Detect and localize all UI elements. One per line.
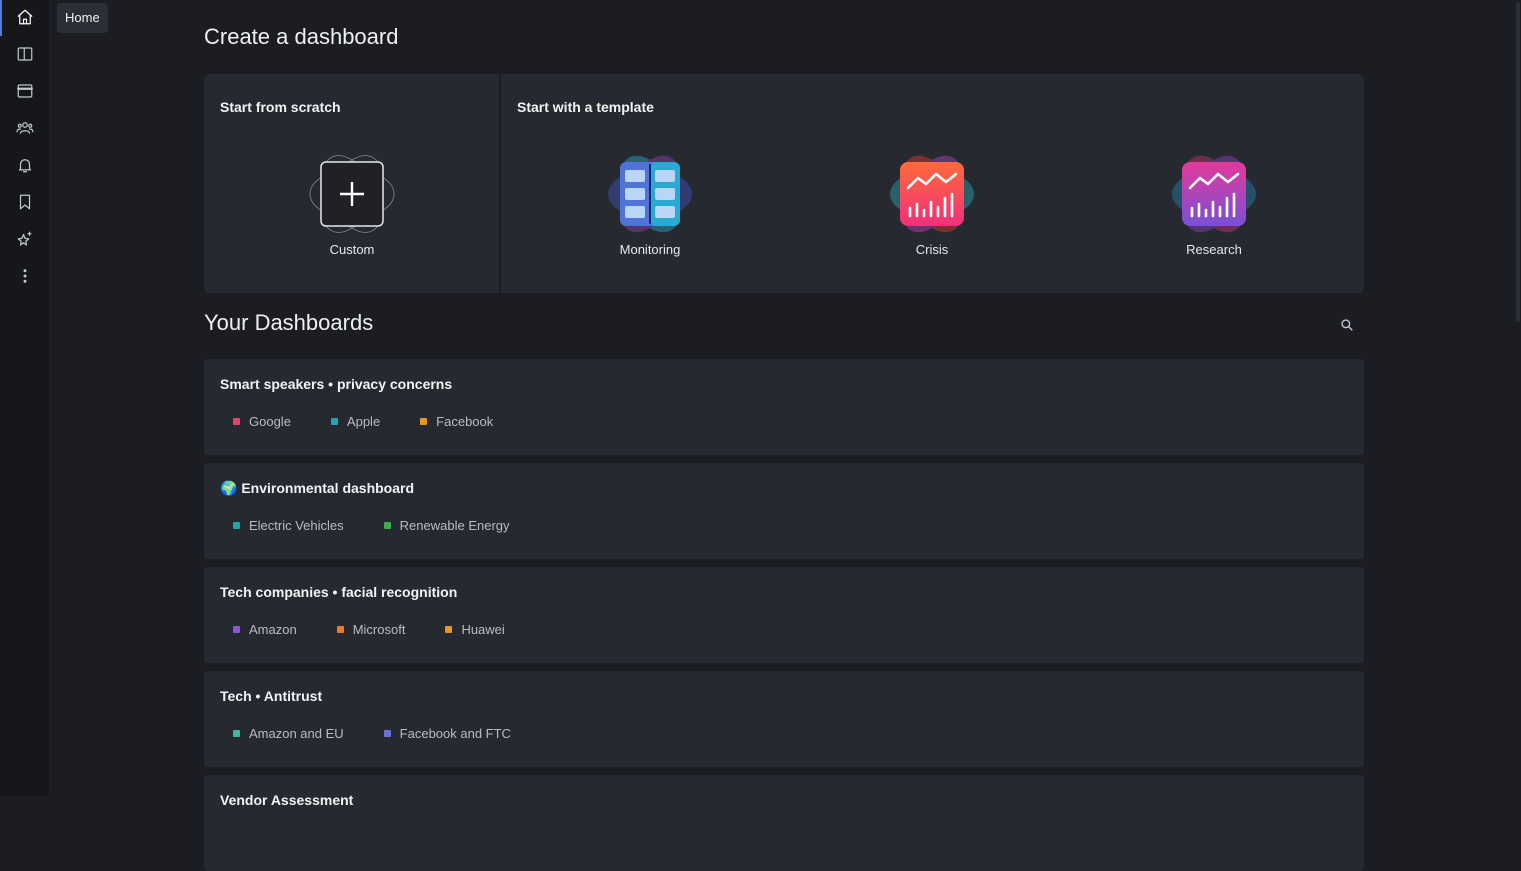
dashboard-card[interactable]: Vendor Assessment bbox=[204, 775, 1364, 871]
dashboard-tags: Amazon Microsoft Huawei bbox=[233, 622, 545, 637]
dashboard-title: Tech companies • facial recognition bbox=[220, 584, 458, 600]
topic-tag-label: Amazon and EU bbox=[249, 726, 344, 741]
topic-tag-label: Amazon bbox=[249, 622, 297, 637]
topic-tag-label: Electric Vehicles bbox=[249, 518, 344, 533]
dashboard-card[interactable]: Tech companies • facial recognition Amaz… bbox=[204, 567, 1364, 663]
topic-tag: Facebook and FTC bbox=[383, 726, 511, 741]
research-template-tile[interactable]: Research bbox=[1164, 150, 1264, 260]
topic-tag-label: Google bbox=[249, 414, 291, 429]
monitoring-grid-icon bbox=[608, 155, 692, 233]
scrollbar[interactable] bbox=[1515, 0, 1521, 796]
team-icon[interactable] bbox=[12, 115, 38, 141]
dashboard-card[interactable]: 🌍 Environmental dashboard Electric Vehic… bbox=[204, 463, 1364, 559]
topic-tag: Microsoft bbox=[336, 622, 406, 637]
dashboard-title: Vendor Assessment bbox=[220, 792, 354, 808]
dashboard-tags: Google Apple Facebook bbox=[233, 414, 533, 429]
dashboard-tags: Electric Vehicles Renewable Energy bbox=[233, 518, 550, 533]
topic-tag: Amazon bbox=[233, 622, 297, 637]
search-icon[interactable] bbox=[1340, 318, 1358, 336]
tag-color-swatch bbox=[336, 626, 344, 633]
topic-tag: Electric Vehicles bbox=[233, 518, 344, 533]
monitoring-template-tile[interactable]: Monitoring bbox=[600, 150, 700, 260]
topic-tag-label: Facebook and FTC bbox=[399, 726, 511, 741]
topic-tag-label: Renewable Energy bbox=[399, 518, 510, 533]
crisis-chart-icon bbox=[890, 155, 974, 233]
tag-color-swatch bbox=[445, 626, 453, 633]
tag-color-swatch bbox=[233, 626, 240, 633]
topic-tag: Renewable Energy bbox=[383, 518, 510, 533]
tag-color-swatch bbox=[420, 418, 428, 425]
topic-tag-label: Facebook bbox=[436, 414, 494, 429]
dashboard-title: Smart speakers • privacy concerns bbox=[220, 376, 453, 392]
tag-color-swatch bbox=[330, 418, 338, 425]
topic-tag-label: Apple bbox=[346, 414, 381, 429]
bell-icon[interactable] bbox=[12, 152, 38, 178]
tag-color-swatch bbox=[233, 730, 240, 737]
columns-icon[interactable] bbox=[12, 41, 38, 67]
topic-tag: Apple bbox=[330, 414, 381, 429]
home-tooltip: Home bbox=[57, 3, 108, 33]
tag-color-swatch bbox=[233, 418, 240, 425]
create-dashboard-panel: Start from scratch Start with a template… bbox=[204, 74, 1364, 293]
scrollbar-thumb[interactable] bbox=[1516, 2, 1520, 322]
create-dashboard-title: Create a dashboard bbox=[204, 24, 399, 49]
dashboard-tags: Amazon and EU Facebook and FTC bbox=[233, 726, 551, 741]
topic-tag: Facebook bbox=[420, 414, 493, 429]
custom-template-tile[interactable]: Custom bbox=[302, 150, 402, 260]
research-chart-icon bbox=[1172, 155, 1256, 233]
tag-color-swatch bbox=[383, 522, 391, 529]
topic-tag: Amazon and EU bbox=[233, 726, 344, 741]
dashboard-title: Tech • Antitrust bbox=[220, 688, 323, 704]
template-heading: Start with a template bbox=[517, 99, 654, 115]
topic-tag: Google bbox=[233, 414, 291, 429]
sidebar-nav bbox=[0, 0, 50, 796]
custom-plus-icon bbox=[309, 155, 395, 233]
home-icon[interactable] bbox=[12, 4, 38, 30]
crisis-label: Crisis bbox=[915, 242, 949, 257]
window-icon[interactable] bbox=[12, 78, 38, 104]
sparkle-star-icon[interactable] bbox=[12, 226, 38, 252]
your-dashboards-title: Your Dashboards bbox=[204, 310, 374, 335]
scratch-heading: Start from scratch bbox=[220, 99, 341, 115]
more-vertical-icon[interactable] bbox=[12, 263, 38, 289]
tag-color-swatch bbox=[383, 730, 391, 737]
topic-tag-label: Huawei bbox=[461, 622, 505, 637]
active-indicator bbox=[0, 0, 2, 36]
dashboard-card[interactable]: Tech • Antitrust Amazon and EU Facebook … bbox=[204, 671, 1364, 767]
monitoring-label: Monitoring bbox=[619, 242, 681, 257]
dashboard-title: 🌍 Environmental dashboard bbox=[220, 480, 415, 496]
topic-tag: Huawei bbox=[445, 622, 505, 637]
custom-label: Custom bbox=[329, 242, 375, 257]
topic-tag-label: Microsoft bbox=[352, 622, 406, 637]
bookmark-icon[interactable] bbox=[12, 189, 38, 215]
crisis-template-tile[interactable]: Crisis bbox=[882, 150, 982, 260]
research-label: Research bbox=[1186, 242, 1242, 257]
tag-color-swatch bbox=[233, 522, 240, 529]
dashboard-card[interactable]: Smart speakers • privacy concerns Google… bbox=[204, 359, 1364, 455]
panel-divider bbox=[499, 74, 501, 293]
